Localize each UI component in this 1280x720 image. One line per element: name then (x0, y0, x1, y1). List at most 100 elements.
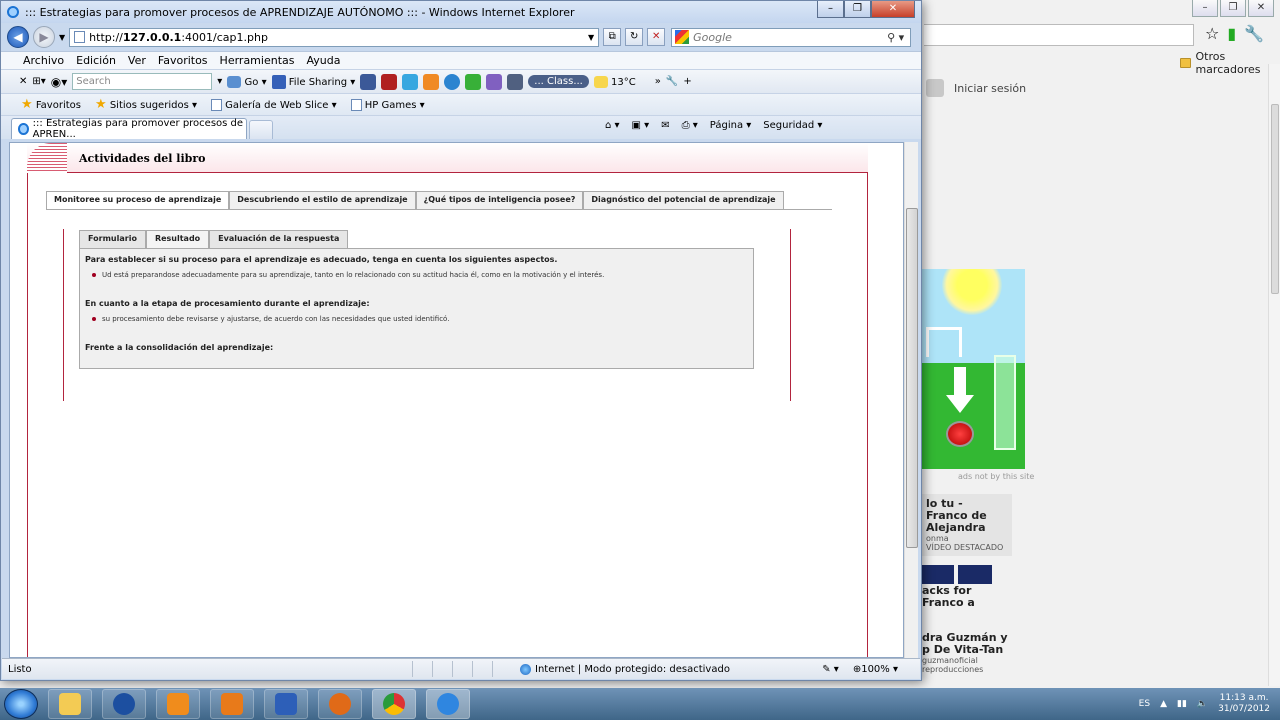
globe-icon[interactable] (444, 73, 461, 90)
file-sharing-button[interactable]: File Sharing ▾ (271, 74, 355, 89)
video-card[interactable]: lo tu - Franco de Alejandra onma VÍDEO D… (922, 494, 1012, 556)
rss-icon[interactable] (423, 73, 440, 90)
bookmark-star-icon[interactable]: ☆ (1205, 24, 1219, 43)
clock[interactable]: 11:13 a.m. 31/07/2012 (1218, 693, 1270, 715)
bg-scrollbar[interactable] (1268, 64, 1280, 686)
network-icon[interactable]: ▮▮ (1177, 699, 1187, 709)
signal-icon[interactable]: ▮ (1227, 24, 1236, 43)
menu-edicion[interactable]: Edición (76, 54, 116, 67)
close-button[interactable]: ✕ (871, 1, 915, 18)
video-card[interactable]: acks for Franco a (922, 585, 1008, 609)
video-card[interactable]: dra Guzmán y p De Vita-Tan guzmanoficial… (922, 632, 1008, 675)
taskbar-ie[interactable] (426, 689, 470, 719)
history-dropdown-icon[interactable]: ▼ (59, 33, 65, 42)
users-icon[interactable] (486, 73, 503, 90)
game-advertisement[interactable] (918, 269, 1025, 469)
hp-games-button[interactable]: HP Games ▾ (350, 98, 425, 111)
address-input[interactable]: http://127.0.0.1:4001/cap1.php ▼ (69, 27, 600, 47)
tray-arrow-icon[interactable]: ▲ (1160, 699, 1167, 709)
result-heading: Frente a la consolidación del aprendizaj… (85, 343, 274, 352)
bg-close-button[interactable]: ✕ (1248, 0, 1274, 17)
compatibility-button[interactable]: ⧉ (603, 28, 622, 46)
taskbar-word[interactable] (264, 689, 308, 719)
favorites-button[interactable]: ★ Favoritos (21, 97, 81, 112)
taskbar-h-app[interactable] (156, 689, 200, 719)
page-menu[interactable]: Página ▾ (710, 120, 752, 131)
tab-monitoree[interactable]: Monitoree su proceso de aprendizaje (46, 191, 230, 209)
bg-restore-button[interactable]: ❐ (1220, 0, 1246, 17)
search-icon[interactable]: ⚲ ▾ (887, 31, 904, 44)
sun-icon (942, 269, 1002, 315)
add-icon[interactable]: + (683, 76, 691, 87)
media-player-control[interactable]: ... Class... (528, 75, 589, 88)
bg-minimize-button[interactable]: – (1192, 0, 1218, 17)
ie-window: ::: Estrategias para promover procesos d… (0, 0, 922, 681)
toolbar-menu-icon[interactable]: ⊞▾ (32, 76, 45, 87)
mail-icon[interactable]: ✉ (661, 120, 669, 131)
menu-herramientas[interactable]: Herramientas (220, 54, 295, 67)
menu-favoritos[interactable]: Favoritos (158, 54, 208, 67)
web-slice-gallery-button[interactable]: Galería de Web Slice ▾ (210, 98, 337, 111)
video-thumbnails[interactable] (922, 565, 992, 584)
security-zone[interactable]: Internet | Modo protegido: desactivado (512, 663, 762, 675)
stop-button[interactable]: ✕ (647, 28, 666, 46)
forward-button[interactable]: ▶ (33, 26, 55, 48)
tab-inteligencia[interactable]: ¿Qué tipos de inteligencia posee? (415, 191, 584, 209)
taskbar-chrome[interactable] (372, 689, 416, 719)
wrench-icon[interactable]: 🔧 (1244, 24, 1264, 43)
window-icon[interactable] (507, 73, 524, 90)
search-input[interactable]: Google ⚲ ▾ (671, 27, 912, 47)
print-icon[interactable]: ⎙ ▾ (682, 120, 698, 131)
maximize-button[interactable]: ❐ (844, 1, 871, 18)
tab-estilo[interactable]: Descubriendo el estilo de aprendizaje (229, 191, 416, 209)
new-tab-button[interactable] (249, 120, 273, 139)
address-bar: ◀ ▶ ▼ http://127.0.0.1:4001/cap1.php ▼ ⧉… (1, 23, 921, 51)
language-indicator[interactable]: ES (1139, 699, 1150, 709)
start-button[interactable] (4, 689, 38, 719)
more-icon[interactable]: » (655, 76, 661, 87)
security-menu[interactable]: Seguridad ▾ (763, 120, 822, 131)
tab-formulario[interactable]: Formulario (79, 230, 146, 248)
result-heading: En cuanto a la etapa de procesamiento du… (85, 299, 370, 308)
go-button[interactable]: Go ▾ (227, 75, 267, 88)
zoom-control[interactable]: ⊕100% ▾ (853, 664, 898, 675)
menu-ayuda[interactable]: Ayuda (306, 54, 340, 67)
back-button[interactable]: ◀ (7, 26, 29, 48)
refresh-button[interactable]: ↻ (625, 28, 644, 46)
bg-signin[interactable]: Iniciar sesión (926, 79, 1026, 97)
toolbar-logo-icon[interactable]: ◉▾ (51, 75, 68, 89)
section-title: Actividades del libro (79, 152, 206, 165)
taskbar-hp[interactable] (102, 689, 146, 719)
feeds-icon[interactable]: ▣ ▾ (632, 120, 650, 131)
suggested-sites-button[interactable]: ★ Sitios sugeridos ▾ (95, 97, 197, 112)
chat-icon[interactable] (465, 73, 482, 90)
taskbar-firefox[interactable] (318, 689, 362, 719)
protected-mode-icon[interactable]: ✎ ▾ (822, 664, 839, 675)
tab-diagnostico[interactable]: Diagnóstico del potencial de aprendizaje (583, 191, 784, 209)
volume-icon[interactable]: 🔈 (1197, 699, 1208, 709)
ie-titlebar[interactable]: ::: Estrategias para promover procesos d… (1, 1, 921, 23)
home-icon[interactable]: ⌂ ▾ (605, 120, 620, 131)
close-toolbar-icon[interactable]: ✕ (19, 76, 27, 87)
bg-other-bookmarks[interactable]: Otros marcadores (1180, 50, 1280, 76)
tab-resultado[interactable]: Resultado (145, 230, 210, 248)
toolbar-search-input[interactable]: Search (72, 73, 213, 90)
page-scrollbar[interactable] (904, 142, 918, 658)
youtube-icon[interactable] (381, 73, 398, 90)
tab-evaluacion[interactable]: Evaluación de la respuesta (209, 230, 349, 248)
address-dropdown-icon[interactable]: ▼ (588, 33, 594, 42)
tab-active[interactable]: ::: Estrategias para promover procesos d… (11, 118, 247, 140)
menu-ver[interactable]: Ver (128, 54, 146, 67)
wrench-icon[interactable]: 🔧 (666, 76, 678, 87)
toolbar-dropdown-icon[interactable]: ▾ (217, 76, 222, 87)
ad-caption: ads not by this site (958, 472, 1035, 481)
bg-omnibox[interactable] (924, 24, 1194, 46)
twitter-icon[interactable] (402, 73, 419, 90)
red-button-icon (946, 421, 974, 447)
minimize-button[interactable]: – (817, 1, 844, 18)
menu-archivo[interactable]: Archivo (23, 54, 64, 67)
taskbar-media[interactable] (210, 689, 254, 719)
taskbar-explorer[interactable] (48, 689, 92, 719)
weather-widget[interactable]: 13°C (593, 75, 636, 88)
facebook-icon[interactable] (360, 73, 377, 90)
